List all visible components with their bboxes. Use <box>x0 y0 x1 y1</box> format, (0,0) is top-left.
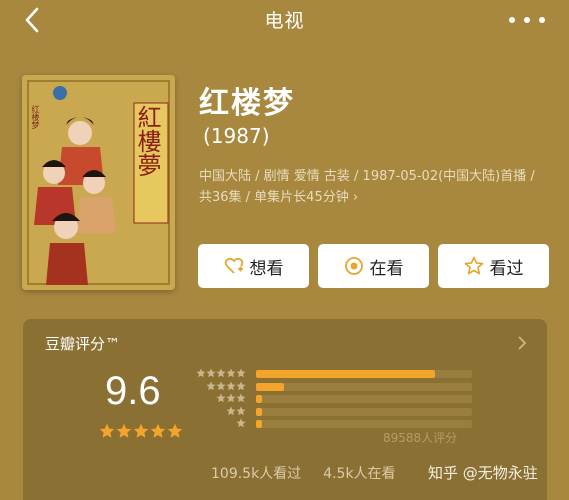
watched-label: 看过 <box>489 258 524 279</box>
star-icon <box>216 381 226 390</box>
rating-stars <box>99 423 183 439</box>
star-icon <box>133 423 149 438</box>
rating-bar-fill <box>256 370 436 378</box>
rating-bar-fill <box>256 420 262 429</box>
star-icon <box>226 393 236 403</box>
star-icon <box>150 423 166 438</box>
rating-bar-stars <box>196 368 246 380</box>
watching-label: 在看 <box>369 258 404 279</box>
more-options-icon[interactable] <box>507 10 547 30</box>
star-icon <box>216 393 226 403</box>
star-icon <box>236 368 246 378</box>
star-icon <box>236 381 246 390</box>
want-to-watch-button[interactable]: 想看 <box>198 244 309 288</box>
rating-bar-track <box>256 370 472 378</box>
rating-bar-track <box>256 382 472 391</box>
show-meta[interactable]: 中国大陆 / 剧情 爱情 古装 / 1987-05-02(中国大陆)首播 / 共… <box>199 166 549 208</box>
rating-bar-stars <box>206 381 246 393</box>
nav-title: 电视 <box>264 10 305 32</box>
watching-count[interactable]: 4.5k人在看 <box>323 463 395 483</box>
star-icon <box>226 406 236 416</box>
watching-button[interactable]: 在看 <box>318 244 429 288</box>
star-icon <box>216 368 226 378</box>
heart-plus-icon <box>224 257 243 274</box>
star-icon <box>99 423 115 438</box>
rating-bar-fill <box>256 407 262 416</box>
watermark-text: 知乎 @无物永驻 <box>428 464 538 482</box>
star-icon <box>116 423 132 438</box>
star-icon <box>167 423 183 438</box>
rating-bar-fill <box>256 395 263 404</box>
poster-badge-text: 红楼梦 <box>31 105 40 129</box>
star-icon <box>196 368 206 378</box>
rating-bar-stars <box>236 418 246 430</box>
rating-bar-track <box>256 420 472 429</box>
rating-bar-stars <box>216 393 246 405</box>
watch-stats: 109.5k人看过 4.5k人在看 <box>211 463 396 483</box>
rater-count: 89588人评分 <box>383 431 458 445</box>
star-icon <box>226 381 236 390</box>
target-icon <box>344 257 363 275</box>
watched-count[interactable]: 109.5k人看过 <box>211 463 301 483</box>
star-icon <box>236 406 246 416</box>
star-icon <box>236 393 246 403</box>
star-icon <box>206 368 216 378</box>
rating-bar-track <box>256 407 472 416</box>
star-icon <box>226 368 236 378</box>
watched-button[interactable]: 看过 <box>438 244 549 288</box>
rating-score: 9.6 <box>105 369 161 413</box>
poster-image[interactable]: 紅樓夢 红楼梦 <box>22 75 175 290</box>
show-title: 红楼梦 <box>199 86 295 121</box>
show-year: (1987) <box>203 124 270 148</box>
star-icon <box>206 381 216 390</box>
star-icon <box>236 418 246 428</box>
nav-bar: 电视 <box>0 0 569 40</box>
rating-card-title: 豆瓣评分™ <box>45 335 121 353</box>
chevron-right-icon[interactable] <box>517 336 527 350</box>
star-outline-icon <box>464 256 483 275</box>
want-to-watch-label: 想看 <box>249 258 284 279</box>
rating-bar-stars <box>226 406 246 418</box>
rating-bar-track <box>256 395 472 404</box>
rating-bar-fill <box>256 382 285 391</box>
poster-title-text: 紅樓夢 <box>133 105 161 177</box>
watermark: 知乎 @无物永驻 <box>428 462 538 483</box>
